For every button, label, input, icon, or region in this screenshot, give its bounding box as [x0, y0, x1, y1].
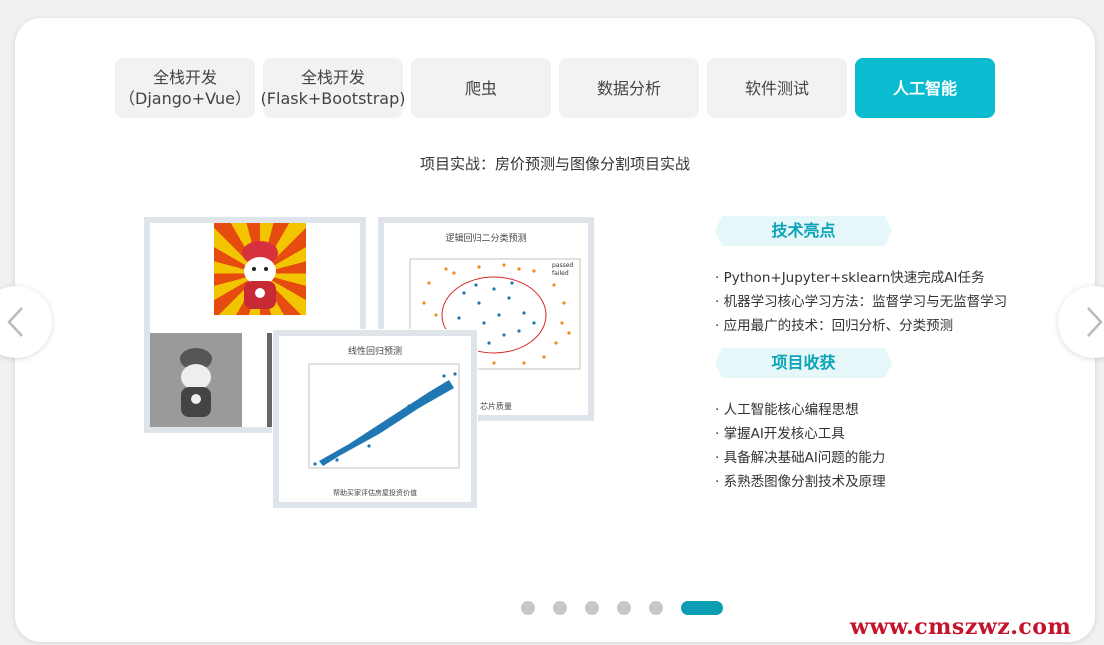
- legend-passed: passed: [552, 262, 573, 269]
- pagination-dot[interactable]: [585, 601, 599, 615]
- watermark: www.cmszwz.com: [850, 614, 1072, 640]
- mascot-gray-icon: [180, 348, 212, 417]
- pagination-dot[interactable]: [521, 601, 535, 615]
- course-tabs: 全栈开发 （Django+Vue） 全栈开发 (Flask+Bootstrap)…: [115, 58, 995, 118]
- tab-fullstack-flask[interactable]: 全栈开发 (Flask+Bootstrap): [260, 58, 406, 118]
- list-item: · 具备解决基础AI问题的能力: [715, 450, 886, 466]
- project-image-collage: 逻辑回归二分类预测 passed failed 芯片质量 线性回归预测 帮助买家…: [144, 217, 596, 522]
- list-item: · 人工智能核心编程思想: [715, 402, 859, 418]
- tab-label: 软件测试: [744, 78, 809, 98]
- list-item: · 系熟悉图像分割技术及原理: [715, 474, 886, 490]
- list-item: · Python+Jupyter+sklearn快速完成AI任务: [715, 270, 985, 286]
- tab-software-testing[interactable]: 软件测试: [707, 58, 847, 118]
- tab-label: 全栈开发: [300, 68, 365, 87]
- chevron-left-icon: [7, 307, 23, 337]
- pagination-dot[interactable]: [617, 601, 631, 615]
- project-details: 技术亮点 · Python+Jupyter+sklearn快速完成AI任务 · …: [715, 216, 1015, 504]
- project-subtitle: 项目实战：房价预测与图像分割项目实战: [419, 155, 690, 173]
- gains-list: · 人工智能核心编程思想 · 掌握AI开发核心工具 · 具备解决基础AI问题的能…: [715, 398, 1015, 494]
- highlights-heading: 技术亮点: [715, 216, 892, 246]
- mascot-icon: [242, 241, 278, 309]
- chevron-right-icon: [1087, 307, 1103, 337]
- list-item: · 应用最广的技术：回归分析、分类预测: [715, 318, 954, 334]
- pagination-dot[interactable]: [553, 601, 567, 615]
- mascot-color-image: [214, 223, 306, 315]
- tab-data-analysis[interactable]: 数据分析: [559, 58, 699, 118]
- legend-failed: failed: [552, 270, 569, 277]
- list-item: · 机器学习核心学习方法：监督学习与无监督学习: [715, 294, 1008, 310]
- chart-caption: 芯片质量: [480, 402, 512, 411]
- tab-crawler[interactable]: 爬虫: [411, 58, 551, 118]
- pagination-dot[interactable]: [649, 601, 663, 615]
- gains-heading: 项目收获: [715, 348, 892, 378]
- highlights-list: · Python+Jupyter+sklearn快速完成AI任务 · 机器学习核…: [715, 266, 1015, 338]
- tab-sublabel: (Flask+Bootstrap): [260, 89, 406, 108]
- tab-sublabel: （Django+Vue）: [119, 89, 251, 108]
- tab-label: 爬虫: [464, 78, 497, 98]
- tab-label: 数据分析: [596, 78, 661, 98]
- tab-fullstack-django[interactable]: 全栈开发 （Django+Vue）: [115, 58, 255, 118]
- tab-ai[interactable]: 人工智能: [855, 58, 995, 118]
- mascot-gray-image: [150, 333, 242, 427]
- tab-label: 人工智能: [892, 78, 957, 98]
- list-item: · 掌握AI开发核心工具: [715, 426, 845, 442]
- tab-label: 全栈开发: [152, 68, 217, 87]
- carousel-pagination: [521, 601, 723, 615]
- linear-scatter: [308, 363, 460, 469]
- chart-caption: 帮助买家评估房屋投资价值: [333, 489, 417, 497]
- linear-regression-chart: 线性回归预测 帮助买家评估房屋投资价值: [273, 330, 477, 508]
- course-card: 全栈开发 （Django+Vue） 全栈开发 (Flask+Bootstrap)…: [15, 18, 1095, 642]
- pagination-dot-active[interactable]: [681, 601, 723, 615]
